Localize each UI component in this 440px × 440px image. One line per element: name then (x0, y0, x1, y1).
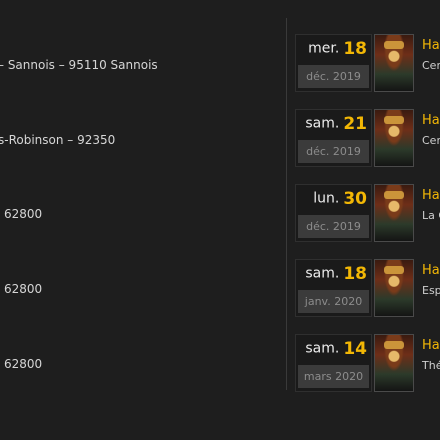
event-title-link[interactable]: Ha (422, 338, 440, 353)
event-day-number: 14 (343, 338, 367, 359)
event-title-link[interactable]: Ha (422, 188, 440, 203)
event-title-link[interactable]: Ha (422, 38, 440, 53)
event-venue: Cer (422, 59, 440, 72)
event-poster-image[interactable] (374, 334, 414, 392)
event-date: sam. 14 mars 2020 (295, 334, 372, 392)
event-venue: La C (422, 209, 440, 222)
event-day-number: 18 (343, 263, 367, 284)
event-date: sam. 21 déc. 2019 (295, 109, 372, 167)
event-title-link[interactable]: Ha (422, 113, 440, 128)
event-day-name: lun. (313, 190, 340, 207)
location-address-1: – Sannois – 95110 Sannois (0, 58, 158, 72)
event-poster-image[interactable] (374, 184, 414, 242)
location-address-5: 62800 (4, 357, 43, 371)
event-month: déc. 2019 (298, 140, 369, 163)
event-day-name: sam. (305, 340, 340, 357)
event-item[interactable]: sam. 18 janv. 2020 Ha Esp (295, 259, 440, 317)
event-month: mars 2020 (298, 365, 369, 388)
event-month: janv. 2020 (298, 290, 369, 313)
event-day-number: 18 (343, 38, 367, 59)
event-item[interactable]: mer. 18 déc. 2019 Ha Cer (295, 34, 440, 92)
event-poster-image[interactable] (374, 259, 414, 317)
event-poster-image[interactable] (374, 34, 414, 92)
event-item[interactable]: sam. 14 mars 2020 Ha Thé (295, 334, 440, 392)
event-day-name: mer. (308, 40, 340, 57)
location-address-3: 62800 (4, 207, 43, 221)
location-address-4: 62800 (4, 282, 43, 296)
event-venue: Cer (422, 134, 440, 147)
event-date: sam. 18 janv. 2020 (295, 259, 372, 317)
event-title-link[interactable]: Ha (422, 263, 440, 278)
event-day-name: sam. (305, 265, 340, 282)
event-venue: Esp (422, 284, 440, 297)
event-poster-image[interactable] (374, 109, 414, 167)
event-item[interactable]: lun.30 déc. 2019 Ha La C (295, 184, 440, 242)
event-day-name: sam. (305, 115, 340, 132)
event-month: déc. 2019 (298, 65, 369, 88)
event-date: lun. 30 déc. 2019 (295, 184, 372, 242)
event-month: déc. 2019 (298, 215, 369, 238)
event-item[interactable]: sam. 21 déc. 2019 Ha Cer (295, 109, 440, 167)
event-date: mer. 18 déc. 2019 (295, 34, 372, 92)
column-divider (286, 18, 287, 390)
locations-column: – Sannois – 95110 Sannois s-Robinson – 9… (0, 0, 286, 440)
event-venue: Thé (422, 359, 440, 372)
event-listing: – Sannois – 95110 Sannois s-Robinson – 9… (0, 0, 440, 440)
event-day-number: 30 (343, 188, 367, 209)
location-address-2: s-Robinson – 92350 (0, 133, 116, 147)
event-day-number: 21 (343, 113, 367, 134)
